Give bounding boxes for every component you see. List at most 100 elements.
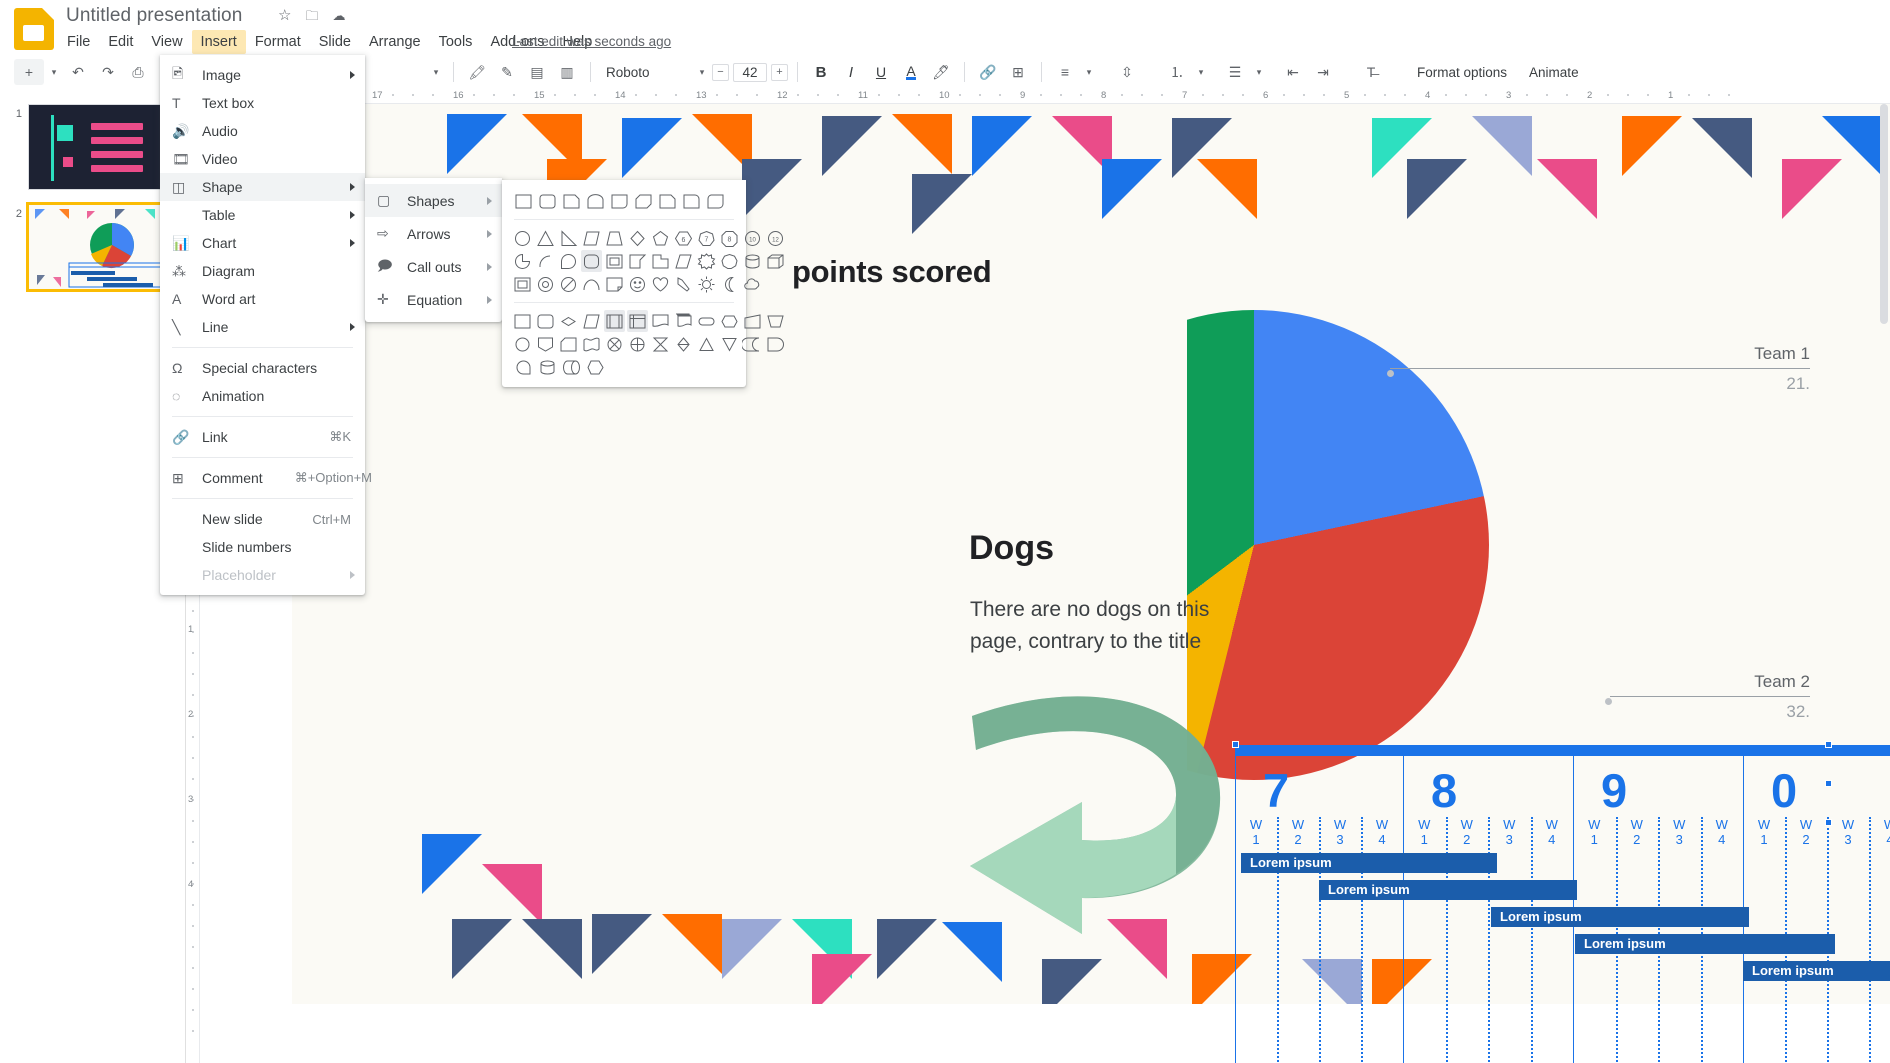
insert-menu-item-animation[interactable]: ◌Animation <box>160 382 365 410</box>
bulleted-list-icon[interactable]: ☰ <box>1221 59 1249 85</box>
insert-comment-icon[interactable]: ⊞ <box>1004 59 1032 85</box>
shape-cloud[interactable] <box>742 273 763 295</box>
insert-menu-item-special-characters[interactable]: ΩSpecial characters <box>160 354 365 382</box>
new-slide-dropdown-icon[interactable]: ▾ <box>46 59 62 85</box>
shape-bevel[interactable] <box>512 273 533 295</box>
canvas-scrollbar-thumb[interactable] <box>1880 104 1888 324</box>
shape-terminator[interactable] <box>696 310 717 332</box>
pie-label-team2[interactable]: Team 2 32. <box>1610 672 1810 722</box>
shape-rounded-rect[interactable] <box>536 190 558 212</box>
format-options-button[interactable]: Format options <box>1407 65 1517 80</box>
shape-process[interactable] <box>512 310 533 332</box>
shape-heptagon-7[interactable]: 7 <box>696 227 717 249</box>
font-size-decrease-button[interactable]: − <box>712 64 729 81</box>
shape-sort[interactable] <box>673 333 694 355</box>
shape-parallelogram[interactable] <box>581 227 602 249</box>
selection-handle-bl[interactable] <box>1825 819 1832 826</box>
shape-sun[interactable] <box>696 273 717 295</box>
shape-collate[interactable] <box>650 333 671 355</box>
shape-no-symbol[interactable] <box>558 273 579 295</box>
insert-menu[interactable]: 🖻ImageTText box🔊Audio🎞Video◫ShapeTable📊C… <box>160 55 365 595</box>
numbered-list-icon[interactable]: ⒈ <box>1163 59 1191 85</box>
shape-submenu-item-call-outs[interactable]: 🗩Call outs <box>365 250 502 283</box>
shape-arc[interactable] <box>535 250 556 272</box>
menu-insert[interactable]: Insert <box>192 30 246 54</box>
slide-thumbnail-1[interactable] <box>28 104 180 190</box>
font-size-increase-button[interactable]: + <box>771 64 788 81</box>
insert-menu-item-image[interactable]: 🖻Image <box>160 61 365 89</box>
shape-smiley-face[interactable] <box>627 273 648 295</box>
shape-octagon-8[interactable]: 8 <box>719 227 740 249</box>
shape-donut[interactable] <box>535 273 556 295</box>
shape-round-top-rect[interactable] <box>584 190 606 212</box>
shape-right-triangle[interactable] <box>558 227 579 249</box>
pie-label-team1[interactable]: Team 1 21. <box>1390 344 1810 394</box>
insert-menu-item-video[interactable]: 🎞Video <box>160 145 365 173</box>
shape-dodecagon-12[interactable]: 12 <box>765 227 786 249</box>
filmstrip-slide-1[interactable]: 1 <box>10 104 180 190</box>
shape-multidocument[interactable] <box>673 310 694 332</box>
shape-lightning[interactable] <box>673 273 694 295</box>
shape-snip-corner-rect[interactable] <box>560 190 582 212</box>
align-icon[interactable]: ≡ <box>1051 59 1079 85</box>
gantt-bar-5[interactable]: Lorem ipsum <box>1743 961 1890 981</box>
shape-off-page-connector[interactable] <box>535 333 556 355</box>
underline-button[interactable]: U <box>867 59 895 85</box>
insert-menu-item-diagram[interactable]: ⁂Diagram <box>160 257 365 285</box>
canvas-scrollbar[interactable] <box>1878 104 1890 1063</box>
shape-decision[interactable] <box>558 310 579 332</box>
shape-folded-corner[interactable] <box>650 250 671 272</box>
menu-slide[interactable]: Slide <box>310 30 360 54</box>
clear-formatting-icon[interactable]: T̶ <box>1357 59 1385 85</box>
insert-menu-item-word-art[interactable]: AWord art <box>160 285 365 313</box>
shape-pentagon[interactable] <box>650 227 671 249</box>
menu-format[interactable]: Format <box>246 30 310 54</box>
shape-rounded-square[interactable] <box>581 250 602 272</box>
shape-merge[interactable] <box>719 333 740 355</box>
presentation-title[interactable]: Untitled presentation <box>66 5 242 27</box>
insert-menu-item-comment[interactable]: ⊞Comment⌘+Option+M <box>160 464 365 492</box>
shape-teardrop[interactable] <box>558 250 579 272</box>
line-dropdown-icon[interactable]: ▾ <box>428 59 444 85</box>
shape-submenu-item-arrows[interactable]: ⇨Arrows <box>365 217 502 250</box>
decrease-indent-icon[interactable]: ⇤ <box>1279 59 1307 85</box>
shape-stored-data[interactable] <box>742 333 763 355</box>
border-weight-icon[interactable]: ▤ <box>523 59 551 85</box>
insert-menu-item-slide-numbers[interactable]: Slide numbers <box>160 533 365 561</box>
animate-button[interactable]: Animate <box>1519 65 1589 80</box>
insert-menu-item-text-box[interactable]: TText box <box>160 89 365 117</box>
shape-preparation[interactable] <box>719 310 740 332</box>
shape-cloud-burst[interactable] <box>696 250 717 272</box>
italic-button[interactable]: I <box>837 59 865 85</box>
insert-menu-item-audio[interactable]: 🔊Audio <box>160 117 365 145</box>
star-icon[interactable]: ☆ <box>278 8 291 24</box>
shape-cube[interactable] <box>765 250 786 272</box>
shape-card[interactable] <box>558 333 579 355</box>
shape-submenu[interactable]: ▢Shapes⇨Arrows🗩Call outs✛Equation <box>365 178 502 322</box>
highlight-color-icon[interactable]: 🖊 <box>927 59 955 85</box>
shape-heart[interactable] <box>650 273 671 295</box>
shape-magnetic-disk[interactable] <box>536 356 558 378</box>
selection-handle-ml[interactable] <box>1825 780 1832 787</box>
shape-punched-tape[interactable] <box>581 333 602 355</box>
shape-predefined-process[interactable] <box>604 310 625 332</box>
horizontal-ruler[interactable]: 19181716151413121110987654321 <box>196 88 1890 104</box>
shape-manual-input[interactable] <box>742 310 763 332</box>
last-edit-status[interactable]: Last edit was seconds ago <box>512 34 671 49</box>
font-family-select[interactable]: Roboto <box>600 65 692 80</box>
cloud-status-icon[interactable]: ☁ <box>332 8 345 24</box>
curved-arrow-shape[interactable] <box>962 684 1252 944</box>
font-family-dropdown-icon[interactable]: ▾ <box>694 59 710 85</box>
shapes-picker-panel[interactable]: 6781012 <box>502 180 746 387</box>
gantt-bar-1[interactable]: Lorem ipsum <box>1241 853 1497 873</box>
shape-slash[interactable] <box>673 250 694 272</box>
gantt-chart-object[interactable]: 7 8 9 0 W1W2W3W4W1W2W3W4W1W2W3W4W1W2W3W4… <box>1235 745 1890 1063</box>
shape-sequential-storage[interactable] <box>512 356 534 378</box>
border-dash-icon[interactable]: ▥ <box>553 59 581 85</box>
move-to-folder-icon[interactable]: 🗀 <box>305 8 318 24</box>
shape-manual-operation[interactable] <box>765 310 786 332</box>
shape-pie[interactable] <box>512 250 533 272</box>
insert-menu-item-table[interactable]: Table <box>160 201 365 229</box>
insert-menu-item-new-slide[interactable]: New slideCtrl+M <box>160 505 365 533</box>
shape-internal-storage[interactable] <box>627 310 648 332</box>
